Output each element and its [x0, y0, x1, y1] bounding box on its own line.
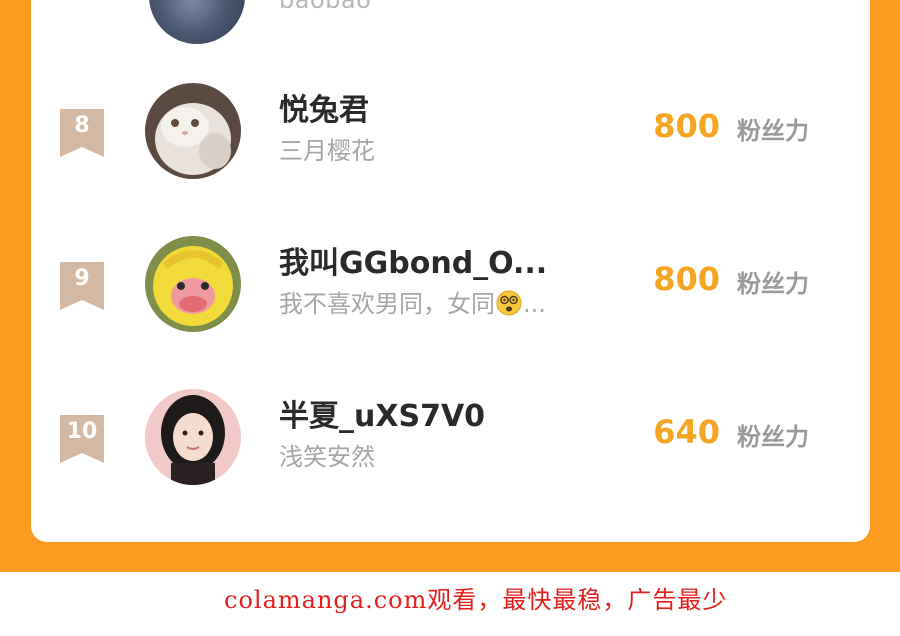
user-name: 我叫GGbond_O... [279, 246, 548, 281]
user-motto: 三月樱花 [279, 137, 375, 165]
avatar[interactable] [149, 0, 245, 44]
site-watermark: colamanga.com观看，最快最稳，广告最少 [224, 586, 728, 614]
fan-score: 800 [653, 260, 720, 298]
rank-number: 10 [66, 419, 98, 444]
user-name: 半夏_uXS7V0 [279, 399, 486, 434]
fan-score-unit: 粉丝力 [737, 423, 809, 451]
user-motto-ellipsis: ... [523, 290, 546, 318]
user-motto: 我不喜欢男同，女同 ... [279, 284, 546, 319]
user-name: 悦兔君 [279, 93, 369, 128]
user-motto: baobao [279, 0, 372, 14]
avatar[interactable] [145, 83, 241, 179]
fan-score: 640 [653, 413, 720, 451]
rank-number: 9 [74, 266, 90, 291]
rank-badge: 8 [60, 109, 104, 157]
fan-score-unit: 粉丝力 [737, 270, 809, 298]
leaderboard-card: baobao 8 悦兔君 三月樱花 800 粉丝力 9 我叫GGbond_O..… [31, 0, 870, 542]
leaderboard-row[interactable]: 10 半夏_uXS7V0 浅笑安然 640 粉丝力 [31, 379, 870, 499]
dizzy-face-emoji-icon [496, 290, 522, 316]
leaderboard-row[interactable]: 8 悦兔君 三月樱花 800 粉丝力 [31, 73, 870, 193]
fan-score-unit: 粉丝力 [737, 117, 809, 145]
user-motto: 浅笑安然 [279, 443, 375, 471]
leaderboard-row[interactable]: 9 我叫GGbond_O... 我不喜欢男同，女同 ... 800 粉丝力 [31, 226, 870, 346]
rank-badge: 9 [60, 262, 104, 310]
fan-score: 800 [653, 107, 720, 145]
avatar[interactable] [145, 389, 241, 485]
rank-badge: 10 [60, 415, 104, 463]
rank-number: 8 [74, 113, 90, 138]
avatar[interactable] [145, 236, 241, 332]
user-motto-text: 我不喜欢男同，女同 [279, 290, 495, 318]
